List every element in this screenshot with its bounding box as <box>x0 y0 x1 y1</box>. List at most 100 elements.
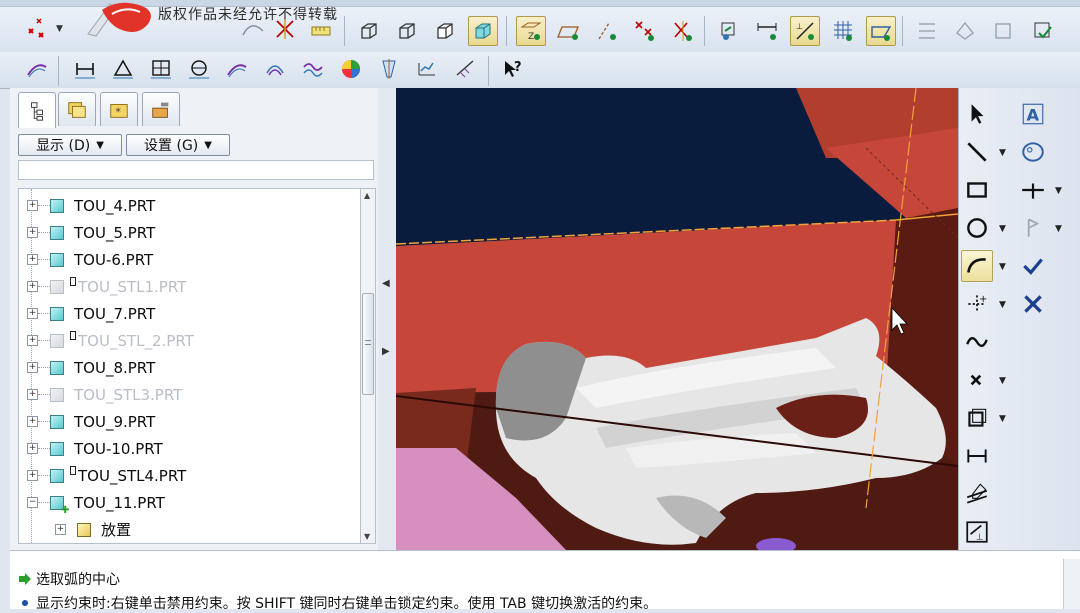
modify-icon[interactable] <box>961 478 993 510</box>
dropdown-arrow-icon[interactable]: ▼ <box>1055 224 1062 234</box>
cancel-icon[interactable] <box>1017 288 1049 320</box>
annotation-display-icon[interactable] <box>668 16 698 46</box>
measure-angle-icon[interactable] <box>108 54 138 84</box>
wireframe-icon[interactable] <box>354 16 384 46</box>
context-help-icon[interactable]: ? <box>498 54 528 84</box>
dropdown-arrow-icon[interactable]: ▼ <box>999 300 1006 310</box>
measure-area-icon[interactable] <box>146 54 176 84</box>
no-hidden-icon[interactable] <box>430 16 460 46</box>
tree-item[interactable]: + 放置 <box>19 516 359 543</box>
expand-icon[interactable]: + <box>27 335 38 346</box>
sketch-point-icon[interactable] <box>961 364 993 396</box>
expand-icon[interactable]: + <box>27 470 38 481</box>
dropdown-arrow-icon[interactable]: ▼ <box>999 148 1006 158</box>
dropdown-arrow-icon[interactable]: ▼ <box>56 24 63 34</box>
hidden-line-icon[interactable] <box>392 16 422 46</box>
expand-icon[interactable]: + <box>27 389 38 400</box>
tree-item[interactable]: + TOU_8.PRT <box>19 354 359 381</box>
constraint-display-icon[interactable]: ⊥ <box>790 16 820 46</box>
select-icon[interactable] <box>961 98 993 130</box>
panel-splitter[interactable]: ◀ ▶ <box>378 88 396 550</box>
tree-item[interactable]: + TOU_STL1.PRT <box>19 273 359 300</box>
scroll-down-icon[interactable]: ▼ <box>364 532 370 541</box>
shape-icon[interactable] <box>988 16 1018 46</box>
tab-folder-browser[interactable] <box>58 92 96 126</box>
datum-plane-display-icon[interactable]: Z <box>516 16 546 46</box>
dropdown-arrow-icon[interactable]: ▼ <box>999 262 1006 272</box>
settings-menu-button[interactable]: 设置 (G) ▼ <box>126 134 230 156</box>
display-menu-button[interactable]: 显示 (D) ▼ <box>18 134 122 156</box>
dimension-display-icon[interactable] <box>752 16 782 46</box>
rectangle-icon[interactable] <box>961 174 993 206</box>
tree-item[interactable]: + TOU_STL3.PRT <box>19 381 359 408</box>
sketch-setup-icon[interactable] <box>714 16 744 46</box>
section-analysis-icon[interactable] <box>260 54 290 84</box>
tree-item[interactable]: + TOU_5.PRT <box>19 219 359 246</box>
dropdown-arrow-icon[interactable]: ▼ <box>1055 186 1062 196</box>
collapse-left-icon[interactable]: ◀ <box>382 278 390 289</box>
measure-distance-icon[interactable] <box>70 54 100 84</box>
accept-icon[interactable] <box>1017 250 1049 282</box>
accept-feature-icon[interactable] <box>1028 16 1058 46</box>
expand-icon[interactable]: + <box>27 200 38 211</box>
datum-axis-display-icon[interactable] <box>554 16 584 46</box>
draft-analysis-icon[interactable] <box>374 54 404 84</box>
text-icon[interactable]: A <box>1017 98 1049 130</box>
dropdown-arrow-icon[interactable]: ▼ <box>999 414 1006 424</box>
surface-analysis-icon[interactable] <box>298 54 328 84</box>
arc-icon[interactable] <box>961 250 993 282</box>
tree-item[interactable]: + TOU-6.PRT <box>19 246 359 273</box>
curve-analysis-icon[interactable] <box>222 54 252 84</box>
palette-icon[interactable] <box>1017 136 1049 168</box>
expand-icon[interactable]: + <box>55 524 66 535</box>
collapse-icon[interactable]: − <box>27 497 38 508</box>
ruler-icon[interactable] <box>306 14 336 44</box>
scroll-thumb[interactable] <box>362 293 374 395</box>
centerline-icon[interactable] <box>1017 174 1049 206</box>
shading-icon[interactable] <box>468 16 498 46</box>
expand-icon[interactable]: + <box>27 254 38 265</box>
tree-item[interactable]: + TOU_7.PRT <box>19 300 359 327</box>
feature-icon[interactable] <box>950 16 980 46</box>
measure-diameter-icon[interactable] <box>184 54 214 84</box>
graph-analysis-icon[interactable] <box>412 54 442 84</box>
use-edge-icon[interactable] <box>961 402 993 434</box>
dropdown-arrow-icon[interactable]: ▼ <box>999 224 1006 234</box>
curve-icon[interactable] <box>238 14 268 44</box>
expand-icon[interactable]: + <box>27 362 38 373</box>
tree-item[interactable]: + TOU_4.PRT <box>19 192 359 219</box>
tree-scrollbar[interactable]: ▲ ▼ <box>360 188 376 544</box>
grid-display-icon[interactable] <box>828 16 858 46</box>
tab-model-tree[interactable] <box>18 92 56 128</box>
expand-icon[interactable]: + <box>27 416 38 427</box>
spline-icon[interactable] <box>961 326 993 358</box>
graphics-viewport[interactable] <box>396 88 958 550</box>
line-icon[interactable] <box>961 136 993 168</box>
vertex-display-icon[interactable] <box>866 16 896 46</box>
tree-item[interactable]: + TOU_STL4.PRT <box>19 462 359 489</box>
saved-analysis-icon[interactable] <box>450 54 480 84</box>
point-icon[interactable] <box>22 14 52 44</box>
constraint-icon[interactable]: ⊥ <box>961 516 993 548</box>
tab-tools[interactable] <box>142 92 180 126</box>
tree-item[interactable]: − ✚ TOU_11.PRT <box>19 489 359 516</box>
scroll-up-icon[interactable]: ▲ <box>364 191 370 200</box>
tree-item[interactable]: + TOU-10.PRT <box>19 435 359 462</box>
curvature-analysis-icon[interactable] <box>22 54 52 84</box>
expand-right-icon[interactable]: ▶ <box>382 346 390 357</box>
message-scrollbar[interactable] <box>1063 559 1080 609</box>
datum-point-display-icon[interactable] <box>592 16 622 46</box>
expand-icon[interactable]: + <box>27 308 38 319</box>
dimension-icon[interactable] <box>961 440 993 472</box>
expand-icon[interactable]: + <box>27 443 38 454</box>
tree-filter-field[interactable] <box>18 160 374 180</box>
palette-gray-icon[interactable] <box>1017 212 1049 244</box>
tree-item[interactable]: + TOU_9.PRT <box>19 408 359 435</box>
circle-icon[interactable] <box>961 212 993 244</box>
dropdown-arrow-icon[interactable]: ▼ <box>999 376 1006 386</box>
coordinate-system-icon[interactable] <box>270 14 300 44</box>
align-icon[interactable] <box>912 16 942 46</box>
shaded-curvature-icon[interactable] <box>336 54 366 84</box>
tab-favorites[interactable]: * <box>100 92 138 126</box>
expand-icon[interactable]: + <box>27 281 38 292</box>
